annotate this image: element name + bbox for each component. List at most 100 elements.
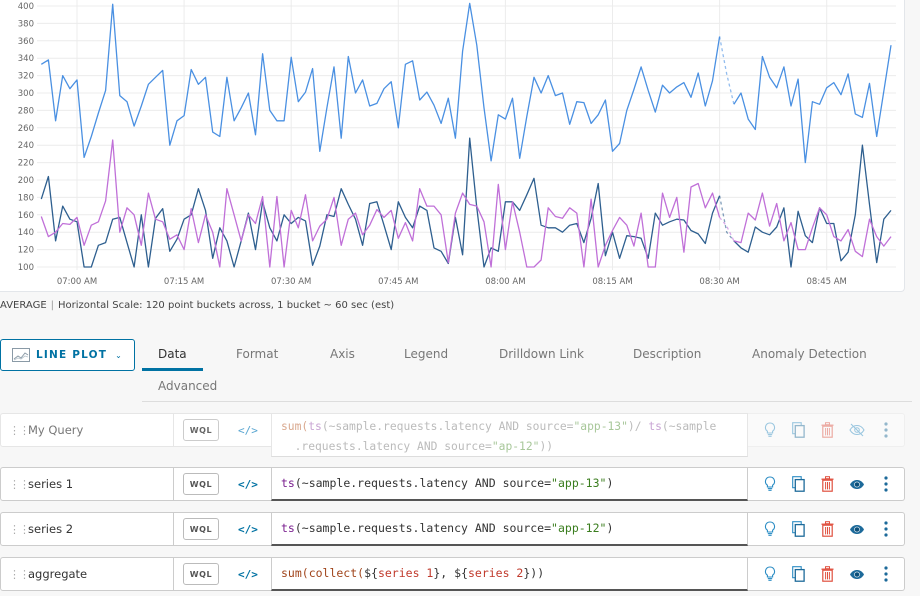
expr-text: )): [539, 440, 554, 453]
query-name-cell: ⋮⋮ My Query: [0, 413, 174, 447]
trash-icon[interactable]: [813, 566, 842, 582]
query-name-cell: ⋮⋮ aggregate: [0, 557, 174, 591]
drag-handle-icon[interactable]: ⋮⋮: [9, 478, 30, 491]
editor-tabs: Data Format Axis Legend Drilldown Link D…: [142, 338, 912, 402]
series-line-series-2[interactable]: [733, 192, 892, 258]
code-toggle-icon[interactable]: </>: [238, 523, 258, 536]
expr-variable: series 1: [377, 566, 434, 580]
series-lines: [40, 2, 892, 268]
summarization-mode: AVERAGE: [0, 300, 47, 311]
tab-advanced[interactable]: Advanced: [158, 379, 217, 393]
query-name[interactable]: My Query: [28, 423, 83, 437]
query-row: ⋮⋮ series 1 WQL </> ts(~sample.requests.…: [0, 467, 905, 501]
y-tick-label: 380: [18, 19, 34, 29]
series-line-aggregate[interactable]: [40, 2, 721, 162]
y-tick-label: 320: [18, 72, 34, 82]
lightbulb-icon[interactable]: [755, 521, 784, 537]
x-tick-label: 08:30 AM: [699, 277, 739, 287]
drag-handle-icon[interactable]: ⋮⋮: [9, 424, 30, 437]
series-line-series-1-gap[interactable]: [718, 195, 735, 242]
query-expression-input[interactable]: ts(~sample.requests.latency AND source="…: [271, 467, 748, 501]
x-tick-label: 08:00 AM: [485, 277, 525, 287]
query-expression-input[interactable]: ts(~sample.requests.latency AND source="…: [271, 512, 748, 546]
tab-legend[interactable]: Legend: [404, 347, 448, 361]
eye-icon[interactable]: [842, 569, 871, 580]
copy-icon[interactable]: [784, 422, 813, 438]
lightbulb-icon[interactable]: [755, 476, 784, 492]
code-toggle-icon[interactable]: </>: [238, 478, 258, 491]
tab-anomaly-detection[interactable]: Anomaly Detection: [752, 347, 867, 361]
chart-type-label: LINE PLOT: [36, 349, 108, 361]
query-expression-input[interactable]: sum(ts(~sample.requests.latency AND sour…: [271, 413, 748, 457]
code-toggle-icon[interactable]: </>: [238, 424, 258, 437]
wql-mode-button[interactable]: WQL: [183, 518, 219, 540]
query-actions: [748, 512, 905, 546]
copy-icon[interactable]: [784, 566, 813, 582]
more-vertical-icon[interactable]: [871, 521, 900, 537]
drag-handle-icon[interactable]: ⋮⋮: [9, 523, 30, 536]
trash-icon[interactable]: [813, 476, 842, 492]
expr-text: ): [606, 476, 614, 490]
query-name[interactable]: series 1: [28, 477, 73, 491]
line-chart[interactable]: 100 120 140 160 180 200 220 240 260 280 300 320 340 3…: [0, 0, 905, 292]
wql-mode-button[interactable]: WQL: [183, 419, 219, 441]
y-tick-label: 220: [18, 159, 34, 169]
drag-handle-icon[interactable]: ⋮⋮: [9, 568, 30, 581]
copy-icon[interactable]: [784, 476, 813, 492]
series-line-series-1[interactable]: [733, 144, 892, 268]
expr-text: })): [523, 566, 545, 580]
x-tick-label: 08:15 AM: [592, 277, 632, 287]
tab-data[interactable]: Data: [158, 347, 187, 361]
chart-type-dropdown[interactable]: LINE PLOT ⌄: [0, 339, 135, 371]
tab-axis[interactable]: Axis: [330, 347, 355, 361]
tab-description[interactable]: Description: [633, 347, 701, 361]
expr-text: }, ${: [433, 566, 468, 580]
query-name[interactable]: aggregate: [28, 567, 87, 581]
trash-icon[interactable]: [813, 521, 842, 537]
series-line-series-1[interactable]: [40, 137, 721, 268]
more-vertical-icon[interactable]: [871, 476, 900, 492]
expr-text: ): [606, 521, 614, 535]
y-tick-label: 260: [18, 124, 34, 134]
expr-fn: ts: [281, 521, 295, 535]
query-row: ⋮⋮ My Query WQL </> sum(ts(~sample.reque…: [0, 413, 905, 457]
query-mode-cell: WQL </>: [174, 512, 272, 546]
expr-string: "app-13": [573, 420, 628, 433]
query-actions: [748, 467, 905, 501]
eye-icon[interactable]: [842, 524, 871, 535]
code-toggle-icon[interactable]: </>: [238, 568, 258, 581]
trash-icon[interactable]: [813, 422, 842, 438]
query-name[interactable]: series 2: [28, 522, 73, 536]
query-actions: [748, 413, 905, 447]
query-expression-input[interactable]: sum(collect(${series 1}, ${series 2})): [271, 557, 748, 591]
more-vertical-icon[interactable]: [871, 422, 900, 438]
series-line-aggregate-gap[interactable]: [718, 36, 735, 105]
expr-fn: ts: [648, 420, 662, 433]
chevron-down-icon: ⌄: [115, 350, 122, 360]
eye-off-icon[interactable]: [842, 423, 871, 437]
active-tab-indicator: [142, 368, 203, 371]
y-tick-label: 360: [18, 37, 34, 47]
lightbulb-icon[interactable]: [755, 566, 784, 582]
separator: |: [50, 300, 55, 311]
expr-string: "ap-12": [491, 440, 540, 453]
series-line-series-2[interactable]: [40, 139, 721, 268]
status-line: AVERAGE | Horizontal Scale: 120 point buck…: [0, 300, 394, 311]
wql-mode-button[interactable]: WQL: [183, 563, 219, 585]
more-vertical-icon[interactable]: [871, 566, 900, 582]
y-tick-label: 340: [18, 54, 34, 64]
tab-format[interactable]: Format: [236, 347, 278, 361]
expr-text: (~sample.requests.latency AND source=: [294, 476, 552, 490]
query-mode-cell: WQL </>: [174, 557, 272, 591]
y-tick-label: 120: [18, 246, 34, 256]
x-tick-label: 07:30 AM: [271, 277, 311, 287]
tab-drilldown-link[interactable]: Drilldown Link: [499, 347, 584, 361]
y-tick-label: 280: [18, 106, 34, 116]
wql-mode-button[interactable]: WQL: [183, 473, 219, 495]
copy-icon[interactable]: [784, 521, 813, 537]
query-row: ⋮⋮ series 2 WQL </> ts(~sample.requests.…: [0, 512, 905, 546]
eye-icon[interactable]: [842, 479, 871, 490]
query-mode-cell: WQL </>: [174, 413, 272, 447]
expr-text: (~sample: [661, 420, 717, 433]
lightbulb-icon[interactable]: [755, 422, 784, 438]
